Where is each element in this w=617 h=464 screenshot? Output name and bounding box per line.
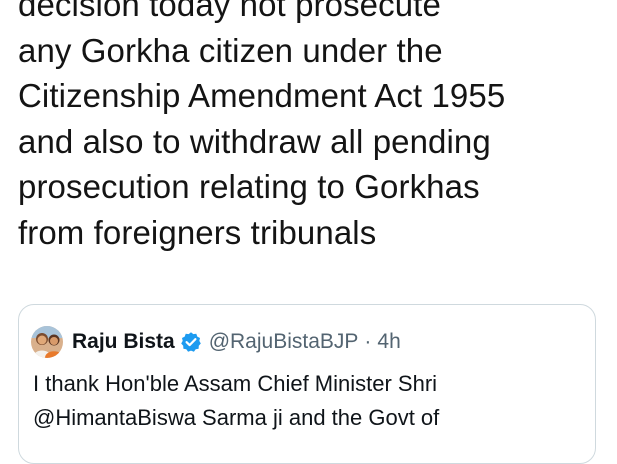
quoted-tweet-text-line: @HimantaBiswa Sarma ji and the Govt of	[33, 405, 440, 430]
quoted-author-handle[interactable]: @RajuBistaBJP	[209, 330, 359, 354]
quoted-tweet-text: I thank Hon'ble Assam Chief Minister Shr…	[33, 367, 593, 435]
quoted-author-name[interactable]: Raju Bista	[72, 330, 175, 354]
tweet-text-line: any Gorkha citizen under the	[18, 31, 443, 69]
avatar[interactable]	[31, 326, 63, 358]
tweet-text-line: and also to withdraw all pending	[18, 122, 491, 160]
quoted-tweet-card[interactable]: Raju Bista @RajuBistaBJP · 4h I thank Ho…	[18, 304, 596, 464]
tweet-text: decision today not prosecute any Gorkha …	[18, 0, 598, 255]
tweet-text-line: Citizenship Amendment Act 1955	[18, 77, 506, 114]
quoted-tweet-header: Raju Bista @RajuBistaBJP · 4h	[31, 325, 401, 359]
quoted-tweet-timestamp[interactable]: 4h	[377, 330, 400, 354]
quoted-tweet-text-line: I thank Hon'ble Assam Chief Minister Shr…	[33, 371, 438, 396]
tweet-text-line: decision today not prosecute	[18, 0, 441, 23]
tweet-text-line: from foreigners tribunals	[18, 213, 377, 251]
verified-badge-icon	[180, 331, 202, 353]
tweet-text-line: prosecution relating to Gorkhas	[18, 168, 480, 205]
profile-photo-icon	[31, 326, 63, 358]
separator-dot: ·	[364, 330, 372, 353]
